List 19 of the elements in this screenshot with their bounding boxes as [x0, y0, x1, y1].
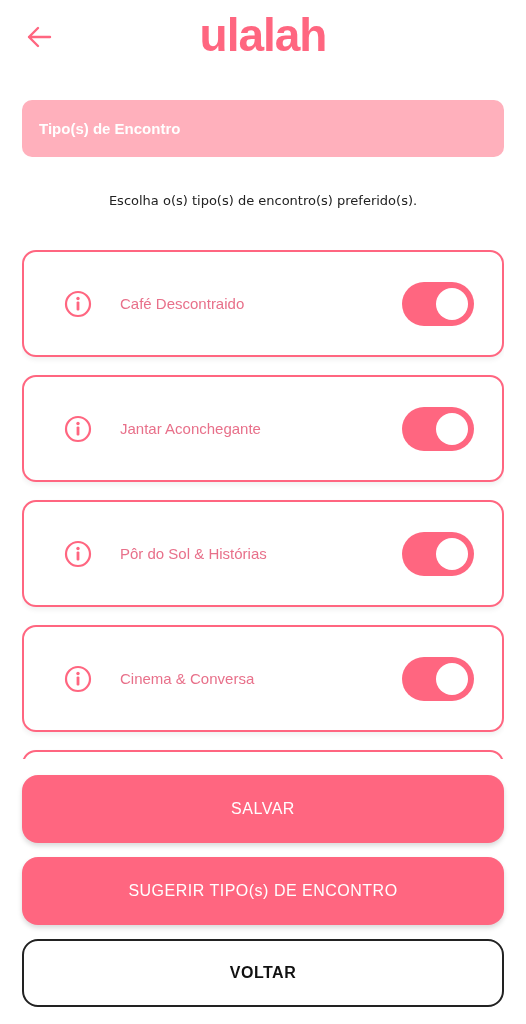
option-label: Jantar Aconchegante	[120, 420, 262, 437]
toggle-switch[interactable]	[402, 656, 474, 701]
option-label: Cinema & Conversa	[120, 670, 256, 687]
primary-button[interactable]: SALVAR	[22, 775, 504, 843]
option-label: Café Descontraido	[120, 295, 246, 312]
logo: ulalah	[199, 12, 327, 58]
primary-button[interactable]: SUGERIR TIPO(s) DE ENCONTRO	[22, 857, 504, 925]
section-title: Tipo(s) de Encontro	[39, 120, 181, 137]
info-icon[interactable]	[64, 289, 92, 318]
toggle-switch[interactable]	[402, 281, 474, 326]
option-label: Pôr do Sol & Histórias	[120, 545, 268, 562]
info-icon[interactable]	[64, 414, 92, 443]
info-icon[interactable]	[64, 664, 92, 693]
info-icon[interactable]	[64, 539, 92, 568]
toggle-switch[interactable]	[402, 531, 474, 576]
toggle-switch[interactable]	[402, 406, 474, 451]
back-arrow-icon	[26, 26, 52, 48]
outline-button[interactable]: VOLTAR	[22, 939, 504, 1007]
instruction-text: Escolha o(s) tipo(s) de encontro(s) preferido(s).	[107, 193, 419, 210]
